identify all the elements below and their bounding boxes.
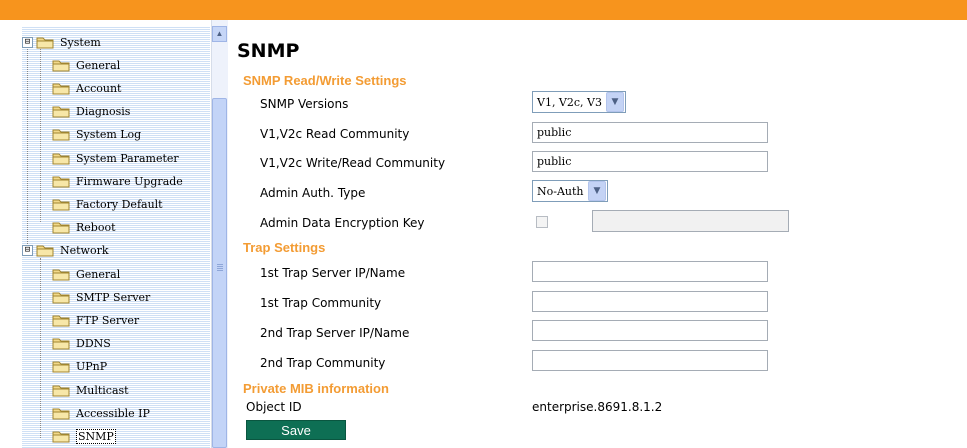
trap-server2-label: 2nd Trap Server IP/Name xyxy=(260,326,410,340)
snmp-versions-select[interactable]: V1, V2c, V3 ▼ xyxy=(532,91,626,113)
folder-icon xyxy=(52,83,70,95)
sidebar-nav: ⊟ System General Account Diagnosis System Log… xyxy=(0,20,228,448)
sidebar-item-general[interactable]: General xyxy=(52,55,120,75)
sidebar-item-label: System Log xyxy=(76,128,142,142)
sidebar-item-label: General xyxy=(76,267,121,281)
sidebar-item-label: Reboot xyxy=(76,221,116,235)
tree-group-label: System xyxy=(60,35,101,49)
folder-icon xyxy=(52,176,70,188)
folder-icon xyxy=(52,292,70,304)
sidebar-item-label: General xyxy=(76,58,121,72)
sidebar-item-label: System Parameter xyxy=(76,151,179,165)
scroll-grip xyxy=(217,264,223,272)
sidebar-item-ftp-server[interactable]: FTP Server xyxy=(52,310,139,330)
object-id-label: Object ID xyxy=(246,400,302,414)
sidebar-item-reboot[interactable]: Reboot xyxy=(52,218,116,238)
chevron-down-icon: ▼ xyxy=(606,92,624,112)
trap-community2-input[interactable] xyxy=(532,350,768,371)
folder-icon xyxy=(52,269,70,280)
sidebar-item-factory-default[interactable]: Factory Default xyxy=(52,194,163,214)
tree-connector xyxy=(40,258,41,438)
sidebar-item-label: SNMP xyxy=(76,428,116,444)
save-button[interactable]: Save xyxy=(246,420,346,440)
sidebar-item-label: DDNS xyxy=(76,337,111,351)
sidebar-item-account[interactable]: Account xyxy=(52,78,121,98)
main-panel: SNMP SNMP Read/Write Settings SNMP Versi… xyxy=(228,20,967,448)
chevron-down-icon: ▼ xyxy=(588,181,606,201)
tree-connector xyxy=(40,40,41,222)
sidebar-item-label: Firmware Upgrade xyxy=(76,174,183,188)
page-title: SNMP xyxy=(237,40,300,62)
read-community-input[interactable] xyxy=(532,122,768,143)
read-community-label: V1,V2c Read Community xyxy=(260,127,410,141)
folder-icon xyxy=(52,129,70,141)
sidebar-item-label: Diagnosis xyxy=(76,105,131,119)
folder-icon xyxy=(52,199,70,211)
sidebar-item-snmp[interactable]: SNMP xyxy=(52,426,116,446)
sidebar-item-system-log[interactable]: System Log xyxy=(52,125,141,145)
folder-icon xyxy=(52,431,70,443)
encryption-key-label: Admin Data Encryption Key xyxy=(260,216,425,230)
auth-type-value: No-Auth xyxy=(537,184,584,198)
sidebar-item-firmware-upgrade[interactable]: Firmware Upgrade xyxy=(52,171,183,191)
sidebar-item-system-parameter[interactable]: System Parameter xyxy=(52,148,179,168)
write-community-label: V1,V2c Write/Read Community xyxy=(260,156,446,170)
folder-icon xyxy=(52,338,70,350)
sidebar-item-accessible-ip[interactable]: Accessible IP xyxy=(52,403,150,423)
sidebar-item-general[interactable]: General xyxy=(52,264,120,284)
folder-icon xyxy=(52,153,70,164)
folder-icon xyxy=(52,385,70,396)
snmp-versions-value: V1, V2c, V3 xyxy=(537,95,602,109)
tree-group-system[interactable]: ⊟ System xyxy=(22,32,101,52)
sidebar-item-label: SMTP Server xyxy=(76,290,151,304)
folder-icon xyxy=(52,106,70,118)
sidebar-item-upnp[interactable]: UPnP xyxy=(52,357,107,377)
trap-community2-label: 2nd Trap Community xyxy=(260,356,386,370)
object-id-value: enterprise.8691.8.1.2 xyxy=(532,400,663,414)
trap-server1-input[interactable] xyxy=(532,261,768,282)
folder-icon xyxy=(52,408,70,420)
sidebar-item-smtp-server[interactable]: SMTP Server xyxy=(52,287,150,307)
folder-icon xyxy=(36,245,54,257)
scroll-thumb[interactable] xyxy=(212,98,227,448)
folder-icon xyxy=(52,222,70,234)
folder-icon xyxy=(52,361,70,373)
auth-type-label: Admin Auth. Type xyxy=(260,186,366,200)
tree-group-label: Network xyxy=(60,244,109,258)
folder-icon xyxy=(36,37,54,48)
trap-community1-label: 1st Trap Community xyxy=(260,296,382,310)
sidebar-item-label: Account xyxy=(76,81,122,95)
sidebar-item-label: Factory Default xyxy=(76,197,163,211)
encryption-key-input[interactable] xyxy=(592,210,789,232)
encryption-key-checkbox[interactable] xyxy=(536,216,548,228)
sidebar-item-ddns[interactable]: DDNS xyxy=(52,334,111,354)
tree-group-network[interactable]: ⊟ Network xyxy=(22,241,109,261)
sidebar-item-label: UPnP xyxy=(76,360,108,374)
mib-info-heading: Private MIB information xyxy=(243,381,389,396)
write-community-input[interactable] xyxy=(532,151,768,172)
sidebar-item-diagnosis[interactable]: Diagnosis xyxy=(52,102,130,122)
sidebar-item-label: Multicast xyxy=(76,383,129,397)
top-banner xyxy=(0,0,967,20)
scroll-up-arrow-icon[interactable]: ▲ xyxy=(212,26,227,42)
trap-server1-label: 1st Trap Server IP/Name xyxy=(260,266,406,280)
trap-settings-heading: Trap Settings xyxy=(243,240,326,255)
sidebar-scrollbar[interactable]: ▲ xyxy=(211,20,228,448)
snmp-versions-label: SNMP Versions xyxy=(260,97,349,111)
auth-type-select[interactable]: No-Auth ▼ xyxy=(532,180,608,202)
sidebar-item-label: Accessible IP xyxy=(76,406,150,420)
sidebar-item-multicast[interactable]: Multicast xyxy=(52,380,129,400)
trap-community1-input[interactable] xyxy=(532,291,768,312)
folder-icon xyxy=(52,315,70,327)
rw-settings-heading: SNMP Read/Write Settings xyxy=(243,73,407,88)
tree-connector xyxy=(27,40,28,252)
folder-icon xyxy=(52,60,70,72)
sidebar-item-label: FTP Server xyxy=(76,313,140,327)
collapse-icon[interactable]: ⊟ xyxy=(22,36,33,48)
collapse-icon[interactable]: ⊟ xyxy=(22,245,33,257)
trap-server2-input[interactable] xyxy=(532,320,768,341)
